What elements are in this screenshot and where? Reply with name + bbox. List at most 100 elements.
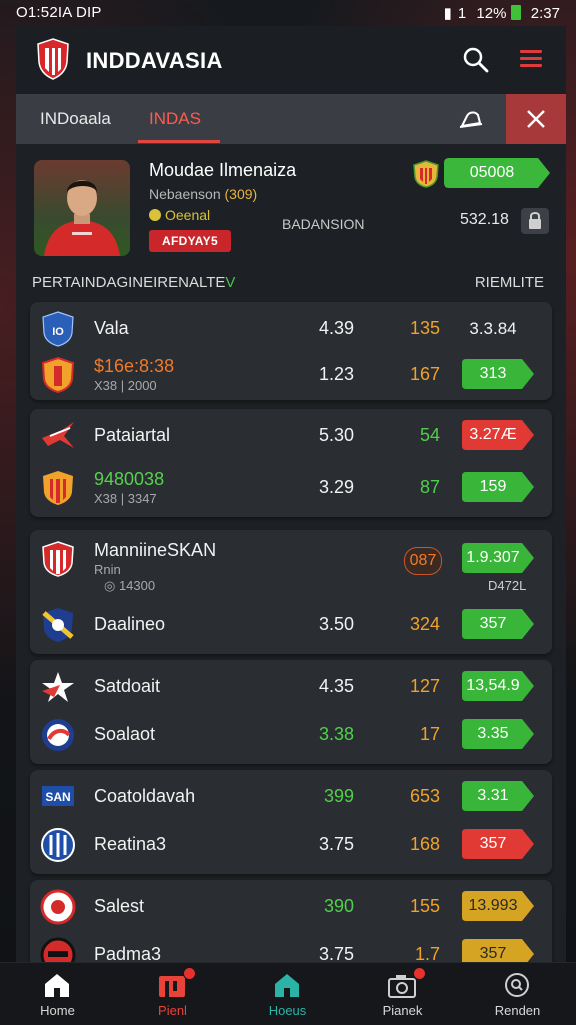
section-header: PERTAINDAGINEIRENALTEV RIEMLITE [16,270,566,300]
odd-value-secondary[interactable]: 135 [386,318,440,339]
team-name: Reatina3 [94,834,167,854]
team-row[interactable]: Reatina3 3.75 168 357 [30,820,552,870]
match-card[interactable]: Satdoait 4.35 127 13,54.9 Soalaot 3.38 17 3.35 [30,660,552,764]
odds-button[interactable]: 13,54.9 [462,671,534,701]
odds-button-value: 1.9.307 [466,549,520,566]
nav-pienl-label: Pienl [158,1003,187,1018]
menu-icon[interactable] [516,46,546,76]
odds-button[interactable]: 1.9.307 [462,543,534,573]
team-subtitle: X38 | 3347 [94,491,157,506]
odd-value-secondary[interactable]: 155 [386,896,440,917]
odd-value-secondary[interactable]: 87 [386,477,440,498]
team-name: Soalaot [94,724,156,744]
home-teal-icon [275,974,299,997]
odds-button[interactable]: 13.993 [462,891,534,921]
team-crest-icon [40,827,76,863]
team-row[interactable]: 9480038 X38 | 3347 3.29 87 159 [30,463,552,513]
odd-value-primary[interactable]: 3.29 [290,477,354,498]
lock-button[interactable] [521,208,549,234]
bell-icon[interactable] [456,104,486,134]
odds-button-value: 159 [479,478,507,495]
odd-value-primary[interactable]: 4.35 [290,676,354,697]
odd-value-primary[interactable]: 3.75 [290,834,354,855]
odds-button[interactable]: 357 [462,609,534,639]
match-card[interactable]: SAN Coatoldavah 399 653 3.31 Reatina3 3.75 168 3… [30,770,552,874]
svg-text:IO: IO [52,326,64,338]
team-row[interactable]: Pataiartal 5.30 54 3.27Æ [30,411,552,461]
team-crest-icon: SAN [40,779,76,815]
team-row[interactable]: Padma3 3.75 1.7 357 [30,930,552,962]
odds-button[interactable]: 357 [462,939,534,962]
nav-renden[interactable]: Renden [460,963,575,1025]
odd-value-secondary[interactable]: 1.7 [386,944,440,962]
nav-pianek[interactable]: Pianek [345,963,460,1025]
odd-chip[interactable]: 087 [404,547,442,575]
team-row[interactable]: IO Vala 4.39 135 3.3.84 [30,304,552,354]
section-right-label: RIEMLITE [474,274,544,291]
team-crest-icon [40,541,76,577]
notification-dot [183,967,196,980]
team-crest-icon [40,717,76,753]
odds-button[interactable]: 3.35 [462,719,534,749]
odd-value-secondary[interactable]: 17 [386,724,440,745]
odd-value-secondary[interactable]: 653 [386,786,440,807]
search-icon[interactable] [460,44,492,76]
battery-icon [510,5,521,20]
status-right: ▮ 1 12% 2:37 [438,4,560,22]
match-card[interactable]: Pataiartal 5.30 54 3.27Æ 9480038 X38 | 3347 3.… [30,409,552,517]
team-name: ManniineSKAN [94,540,217,560]
odds-subvalue: D472L [488,578,527,593]
player-tag-text: Oeenal [165,207,211,223]
nav-pienl[interactable]: Pienl [115,963,230,1025]
club-logo-icon [37,38,69,80]
tab-bar: INDoaala INDAS [16,94,566,144]
odd-value-secondary[interactable]: 127 [386,676,440,697]
tab-indoaala[interactable]: INDoaala [40,109,111,129]
odd-value-primary[interactable]: 4.39 [290,318,354,339]
team-row[interactable]: SAN Coatoldavah 399 653 3.31 [30,772,552,822]
odd-value-primary[interactable]: 3.38 [290,724,354,745]
signal-icon: ▮ [443,5,452,22]
team-row[interactable]: $16e:8:38 X38 | 2000 1.23 167 313 [30,350,552,400]
team-row[interactable]: Salest 390 155 13.993 [30,882,552,932]
team-row[interactable]: Soalaot 3.38 17 3.35 [30,710,552,760]
section-title: PERTAINDAGINEIRENALTEV [32,274,235,291]
odds-button-value: 3.3.84 [469,319,517,338]
odd-value-primary[interactable]: 5.30 [290,425,354,446]
odds-button[interactable]: 357 [462,829,534,859]
player-badge[interactable]: AFDYAY5 [149,230,231,252]
featured-value: 532.18 [460,211,509,228]
featured-player-card[interactable]: Moudae Ilmenaiza Nebaenson (309) Oeenal … [16,144,566,270]
match-card[interactable]: Salest 390 155 13.993 Padma3 3.75 1.7 357 [30,880,552,962]
clock: 2:37 [530,5,560,22]
odds-button[interactable]: 159 [462,472,534,502]
odds-button[interactable]: 313 [462,359,534,389]
tab-indas[interactable]: INDAS [149,109,201,129]
odd-value-secondary[interactable]: 168 [386,834,440,855]
team-row[interactable]: Satdoait 4.35 127 13,54.9 [30,662,552,712]
odd-value-primary[interactable]: 399 [290,786,354,807]
odd-value-primary[interactable]: 390 [290,896,354,917]
nav-hoeus[interactable]: Hoeus [230,963,345,1025]
match-card[interactable]: IO Vala 4.39 135 3.3.84 $16e:8:38 X38 | 2000 1.… [30,302,552,400]
odd-value-primary[interactable]: 3.50 [290,614,354,635]
player-subtitle-text: Nebaenson [149,186,221,202]
odds-button[interactable]: 3.27Æ [462,420,534,450]
odd-value-secondary[interactable]: 324 [386,614,440,635]
close-button[interactable] [506,94,566,144]
team-row[interactable]: Daalineo 3.50 324 357 [30,600,552,650]
team-row[interactable]: ManniineSKAN Rnin ◎ 14300 087 1.9.307 D472L [30,534,552,593]
team-crest-icon [40,889,76,925]
battery-text: 12% [476,5,507,22]
app-title: INDDAVASIA [86,48,223,73]
player-subtitle-highlight: (309) [224,186,258,202]
odd-value-secondary[interactable]: 54 [386,425,440,446]
odds-button[interactable]: 3.31 [462,781,534,811]
odds-button[interactable]: 3.3.84 [462,313,534,343]
nav-home[interactable]: Home [0,963,115,1025]
odd-value-primary[interactable]: 1.23 [290,364,354,385]
match-card[interactable]: ManniineSKAN Rnin ◎ 14300 087 1.9.307 D472L Da… [30,530,552,654]
odd-value-secondary[interactable]: 167 [386,364,440,385]
odd-value-primary[interactable]: 3.75 [290,944,354,962]
featured-odd-button[interactable]: 05008 [444,158,550,188]
